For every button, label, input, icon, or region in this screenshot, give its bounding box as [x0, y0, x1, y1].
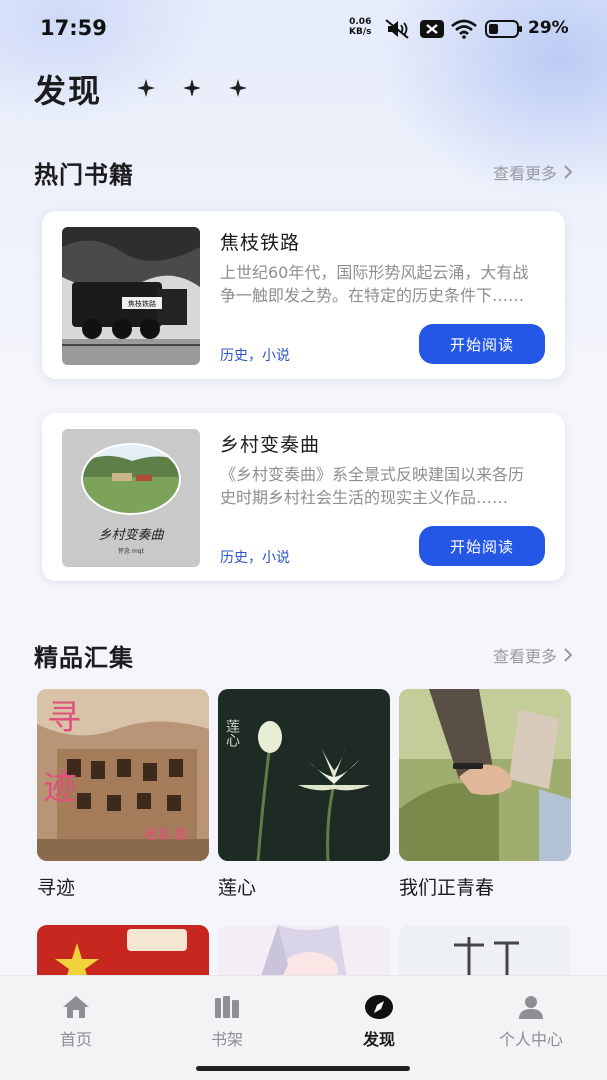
start-reading-button[interactable]: 开始阅读: [419, 324, 545, 364]
status-time: 17:59: [40, 16, 107, 40]
network-speed: 0.06 KB/s: [349, 17, 371, 37]
book-title: 乡村变奏曲: [220, 434, 321, 456]
battery-icon: [485, 20, 522, 38]
sparkle-icon: [229, 79, 247, 97]
bottom-nav: 首页 书架 发现 个人中心: [0, 975, 607, 1080]
more-link-label: 查看更多: [492, 164, 557, 183]
home-indicator: [196, 1066, 410, 1071]
nav-item-bookshelf[interactable]: 书架: [177, 994, 277, 1050]
cover-author: 老袁 著: [144, 828, 187, 843]
collection-cover: 莲心: [218, 689, 390, 861]
nav-item-home[interactable]: 首页: [26, 994, 126, 1050]
nav-label: 首页: [59, 1030, 92, 1049]
cover-subtext: 怀念 mqt: [118, 547, 145, 555]
nav-label: 书架: [210, 1030, 243, 1049]
home-icon: [63, 996, 89, 1018]
nav-label: 发现: [362, 1030, 395, 1049]
collection-cover: 寻 迹 老袁 著: [37, 689, 209, 861]
collections-title: 精品汇集: [34, 644, 134, 672]
cover-text: 寻: [47, 698, 81, 738]
profile-icon: [519, 996, 543, 1019]
mute-vibrate-icon: [385, 19, 409, 39]
collection-name: 我们正青春: [399, 877, 495, 899]
cover-text: 乡村变奏曲: [98, 527, 164, 543]
battery-percent: 29%: [528, 18, 569, 38]
hot-books-more-link[interactable]: 查看更多: [493, 160, 573, 184]
sparkle-icon: [183, 79, 201, 97]
collection-name: 莲心: [218, 877, 257, 899]
book-cover: 乡村变奏曲 怀念 mqt: [62, 429, 200, 567]
more-link-label: 查看更多: [492, 647, 557, 666]
collection-item[interactable]: 莲心 莲心: [218, 689, 390, 900]
bookshelf-icon: [215, 996, 239, 1018]
nav-label: 个人中心: [498, 1030, 563, 1049]
cover-text: 焦枝铁路: [128, 299, 156, 308]
book-card[interactable]: 焦枝铁路 焦枝铁路 上世纪60年代，国际形势风起云涌，大有战争一触即发之势。在特…: [42, 211, 565, 379]
chevron-right-icon: [564, 165, 573, 179]
compass-icon: [365, 995, 393, 1019]
book-title: 焦枝铁路: [220, 232, 301, 254]
wifi-icon: [451, 19, 477, 39]
nav-item-discover[interactable]: 发现: [329, 994, 429, 1050]
hot-books-title: 热门书籍: [34, 161, 134, 189]
book-tags: 历史，小说: [220, 348, 290, 364]
network-speed-unit: KB/s: [349, 27, 372, 37]
book-cover: 焦枝铁路: [62, 227, 200, 365]
collection-item[interactable]: 我们正青春: [399, 689, 571, 900]
sim-x-icon: [420, 20, 444, 38]
collection-cover: [399, 689, 571, 861]
collection-name: 寻迹: [37, 877, 76, 899]
chevron-right-icon: [564, 648, 573, 662]
page-title: 发现: [34, 72, 103, 110]
book-description: 《乡村变奏曲》系全景式反映建国以来各历史时期乡村社会生活的现实主义作品……: [220, 465, 525, 507]
book-tags: 历史，小说: [220, 550, 290, 566]
book-card[interactable]: 乡村变奏曲 怀念 mqt 乡村变奏曲 《乡村变奏曲》系全景式反映建国以来各历史时…: [42, 413, 565, 581]
status-bar: 17:59 0.06 KB/s 29%: [0, 0, 607, 60]
book-description: 上世纪60年代，国际形势风起云涌，大有战争一触即发之势。在特定的历史条件下……: [220, 263, 529, 305]
cover-text: 迹: [43, 768, 77, 808]
network-speed-value: 0.06: [349, 17, 372, 27]
collections-more-link[interactable]: 查看更多: [493, 643, 573, 667]
sparkle-icon: [137, 79, 155, 97]
nav-item-profile[interactable]: 个人中心: [481, 994, 581, 1050]
start-reading-button[interactable]: 开始阅读: [419, 526, 545, 566]
collection-item[interactable]: 寻 迹 老袁 著 寻迹: [37, 689, 209, 900]
cover-text: 莲心: [224, 719, 240, 747]
